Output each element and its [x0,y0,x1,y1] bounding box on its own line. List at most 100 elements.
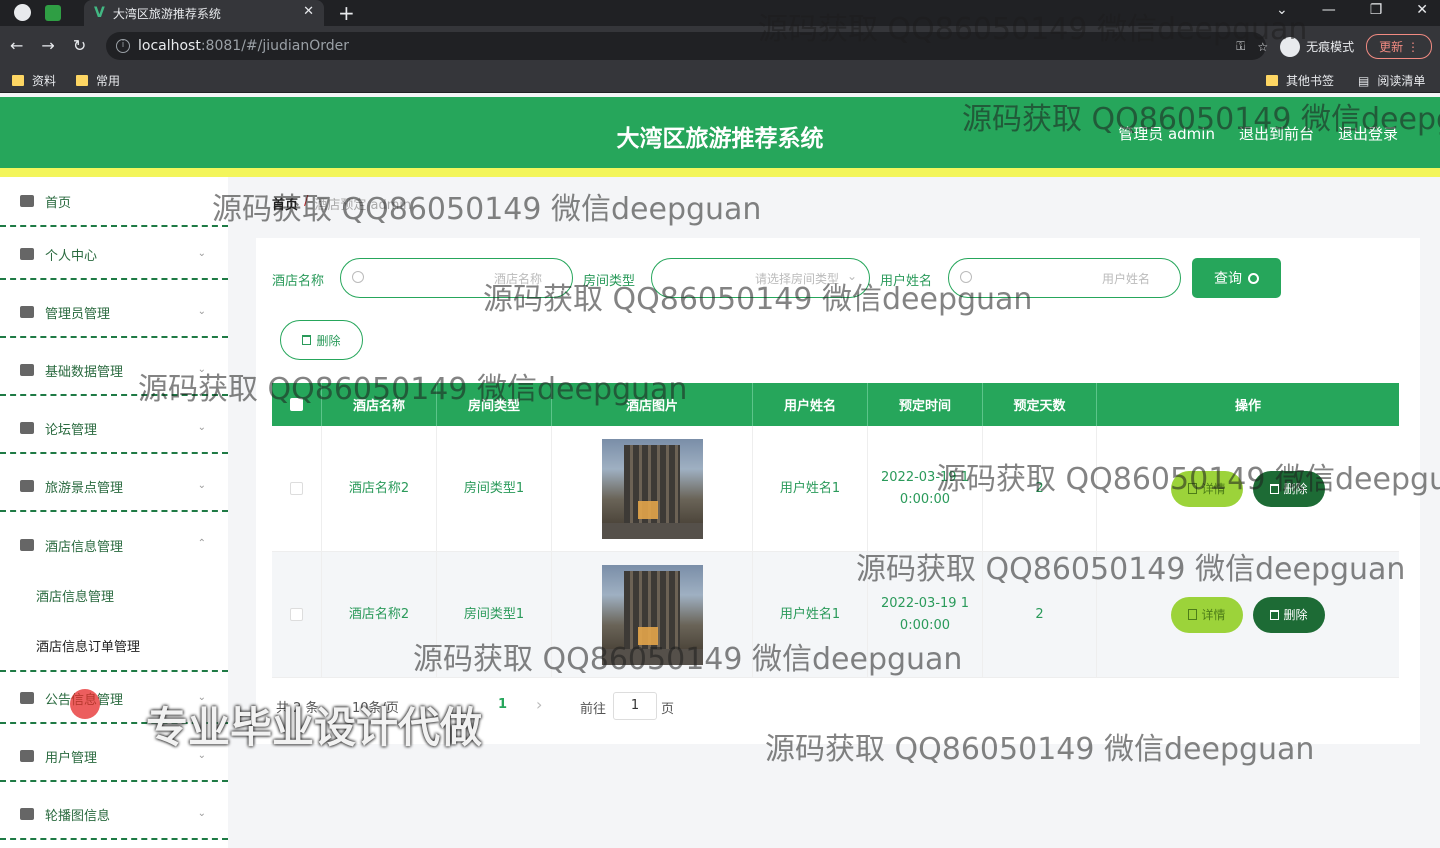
table-row: 酒店名称2 房间类型1 用户姓名1 2022-03-19 1 0:00:00 2… [272,552,1399,678]
folder-icon [12,75,24,86]
cell-booking-time: 2022-03-19 1 0:00:00 [868,426,983,551]
browser-tab[interactable]: V 大湾区旅游推荐系统 ✕ [84,0,324,26]
cell-user-name: 用户姓名1 [753,552,868,677]
chart-icon [20,692,34,704]
browser-tabbar: V 大湾区旅游推荐系统 ✕ + ⌄ — ❐ ✕ [0,0,1440,26]
new-tab-button[interactable]: + [338,1,355,25]
bookmark-folder[interactable]: 常用 [76,72,120,89]
pinned-tab-icon[interactable] [45,4,61,21]
sidebar-item-basedata[interactable]: 基础数据管理 ⌄ [0,346,228,396]
query-button-label: 查询 [1214,271,1242,287]
search-icon [352,271,364,283]
key-icon[interactable]: ⚿ [1236,39,1245,54]
incognito-badge[interactable]: 无痕模式 [1280,36,1354,57]
table-row: 酒店名称2 房间类型1 用户姓名1 2022-03-19 1 0:00:00 2… [272,426,1399,552]
home-icon [20,195,34,207]
hotel-name-label: 酒店名称 [272,274,325,289]
url-host: localhost [138,38,201,54]
chevron-down-icon: ⌄ [197,422,206,433]
goto-page-input[interactable]: 1 [613,692,657,720]
forward-icon[interactable]: → [41,36,54,55]
update-label: 更新 [1379,40,1404,54]
card-icon [20,306,34,318]
column-header[interactable]: 房间类型 [437,383,552,426]
bookmark-folder[interactable]: 资料 [12,72,56,89]
user-icon [20,248,34,260]
other-bookmarks[interactable]: 其他书签 [1266,72,1334,89]
tab-title: 大湾区旅游推荐系统 [112,6,221,21]
site-info-icon[interactable]: i [116,39,130,53]
detail-label: 详情 [1201,607,1226,622]
url-input[interactable]: i localhost:8081/#/jiudianOrder [106,32,1266,60]
restore-icon[interactable]: ❐ [1370,2,1383,18]
window-close-icon[interactable]: ✕ [1416,2,1428,18]
admin-label: 管理员 admin [1118,125,1215,143]
goto-suffix: 页 [661,702,675,717]
sidebar-item-admins[interactable]: 管理员管理 ⌄ [0,288,228,338]
row-checkbox[interactable] [290,482,303,495]
document-icon [1188,609,1198,620]
list-icon [20,480,34,492]
window-controls: ⌄ — ❐ ✕ [1276,2,1428,18]
reading-list[interactable]: ▤ 阅读清单 [1358,72,1425,89]
tab-search-icon[interactable]: ⌄ [1276,2,1288,18]
sidebar-item-forum[interactable]: 论坛管理 ⌄ [0,404,228,454]
row-checkbox[interactable] [290,608,303,621]
sidebar-item-carousel[interactable]: 轮播图信息 ⌄ [0,790,228,840]
cursor-highlight [70,689,100,719]
cell-user-name: 用户姓名1 [753,426,868,551]
column-header[interactable]: 酒店名称 [322,383,437,426]
address-bar: ← → ↻ i localhost:8081/#/jiudianOrder ⚿ … [0,26,1440,66]
reload-icon[interactable]: ↻ [73,36,86,55]
grid-icon [20,539,34,551]
column-header[interactable]: 用户姓名 [753,383,868,426]
user-icon [20,750,34,762]
hotel-image[interactable] [601,438,703,539]
chevron-down-icon: ⌄ [197,480,206,491]
browser-logo-icon[interactable] [14,4,31,21]
batch-delete-button[interactable]: 删除 [280,320,363,360]
chevron-right-icon[interactable]: › [536,695,542,714]
column-header[interactable]: 酒店图片 [552,383,753,426]
sidebar-item-hotels[interactable]: 酒店信息管理 ⌃ [0,520,228,570]
detail-button[interactable]: 详情 [1171,470,1243,507]
room-type-select[interactable]: 请选择房间类型 ⌄ [651,258,870,298]
page-number-current[interactable]: 1 [498,697,507,712]
chevron-up-icon: ⌃ [197,538,206,549]
goto-label: 前往 [580,702,607,717]
bookmarks-bar: 资料 常用 其他书签 ▤ 阅读清单 [0,66,1440,93]
hotel-image[interactable] [601,564,703,665]
cell-room-type: 房间类型1 [437,426,552,551]
delete-button[interactable]: 删除 [1253,596,1325,633]
sidebar-item-home[interactable]: 首页 [0,177,228,227]
cell-room-type: 房间类型1 [437,552,552,677]
update-button[interactable]: 更新 ⋮ [1366,34,1432,59]
star-icon[interactable]: ☆ [1257,40,1268,54]
breadcrumb-home[interactable]: 首页 [272,194,298,213]
sidebar-item-label: 基础数据管理 [45,364,124,380]
minimize-icon[interactable]: — [1322,2,1336,18]
folder-icon [76,75,88,86]
query-button[interactable]: 查询 [1192,258,1281,298]
select-all-checkbox[interactable] [290,398,303,411]
column-header[interactable]: 预定时间 [868,383,983,426]
hotel-name-input[interactable]: 酒店名称 [340,258,573,298]
to-front-link[interactable]: 退出到前台 [1239,123,1314,144]
sidebar-item-attractions[interactable]: 旅游景点管理 ⌄ [0,462,228,512]
cell-hotel-name: 酒店名称2 [322,552,437,677]
search-icon [1248,272,1259,284]
sidebar-item-profile[interactable]: 个人中心 ⌄ [0,230,228,280]
user-name-input[interactable]: 用户姓名 [948,258,1181,298]
logout-link[interactable]: 退出登录 [1338,123,1398,144]
user-name-placeholder: 用户姓名 [1101,272,1150,286]
orders-table: 酒店名称 房间类型 酒店图片 用户姓名 预定时间 预定天数 操作 酒店名称2 房… [272,383,1399,678]
sidebar-subitem-hotel-info[interactable]: 酒店信息管理 [36,586,114,605]
tab-close-icon[interactable]: ✕ [303,4,314,19]
detail-button[interactable]: 详情 [1171,596,1243,633]
back-icon[interactable]: ← [10,36,23,55]
column-header[interactable]: 预定天数 [983,383,1097,426]
delete-button[interactable]: 删除 [1253,470,1325,507]
sidebar-item-label: 用户管理 [45,750,98,766]
trash-icon [1270,483,1280,494]
briefcase-icon [20,808,34,820]
